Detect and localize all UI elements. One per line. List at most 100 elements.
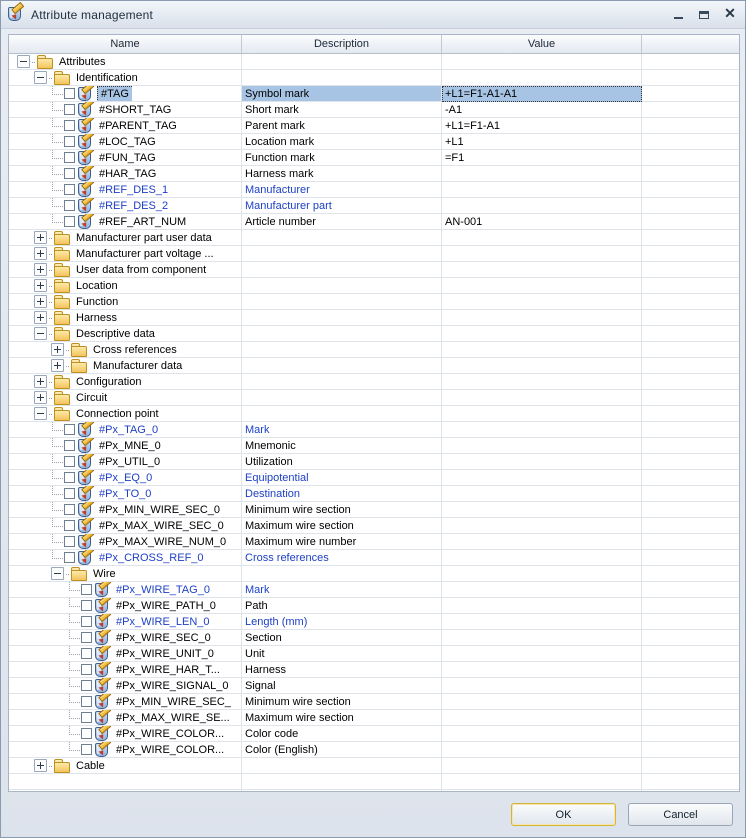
cell-value[interactable]	[442, 294, 642, 309]
table-row[interactable]: #Px_WIRE_COLOR... Color (English)	[9, 742, 739, 758]
cell-value[interactable]	[442, 566, 642, 581]
cell-value[interactable]	[442, 550, 642, 565]
ok-button[interactable]: OK	[511, 803, 616, 826]
cell-value[interactable]	[442, 422, 642, 437]
row-checkbox[interactable]	[64, 456, 75, 467]
table-row[interactable]: #SHORT_TAG Short mark -A1	[9, 102, 739, 118]
cell-value[interactable]	[442, 438, 642, 453]
cell-value[interactable]: =F1	[442, 150, 642, 165]
row-checkbox[interactable]	[64, 136, 75, 147]
table-row[interactable]: Cross references	[9, 342, 739, 358]
row-checkbox[interactable]	[64, 424, 75, 435]
cell-value[interactable]	[442, 774, 642, 789]
row-checkbox[interactable]	[81, 744, 92, 755]
table-row[interactable]: Function	[9, 294, 739, 310]
cell-value[interactable]	[442, 742, 642, 757]
table-row[interactable]: Wire	[9, 566, 739, 582]
row-checkbox[interactable]	[81, 584, 92, 595]
table-row[interactable]: #Px_MAX_WIRE_SE... Maximum wire section	[9, 710, 739, 726]
cell-value[interactable]	[442, 454, 642, 469]
expand-icon[interactable]	[34, 759, 47, 772]
row-checkbox[interactable]	[81, 632, 92, 643]
table-row[interactable]	[9, 774, 739, 790]
cell-value[interactable]	[442, 710, 642, 725]
cell-value[interactable]	[442, 70, 642, 85]
table-row[interactable]: #Px_TAG_0 Mark	[9, 422, 739, 438]
row-checkbox[interactable]	[64, 104, 75, 115]
cell-value[interactable]	[442, 678, 642, 693]
collapse-icon[interactable]	[51, 567, 64, 580]
row-checkbox[interactable]	[81, 648, 92, 659]
table-row[interactable]: Identification	[9, 70, 739, 86]
expand-icon[interactable]	[34, 247, 47, 260]
row-checkbox[interactable]	[64, 536, 75, 547]
expand-icon[interactable]	[34, 263, 47, 276]
table-row[interactable]: #REF_ART_NUM Article number AN-001	[9, 214, 739, 230]
table-row[interactable]: #Px_WIRE_LEN_0 Length (mm)	[9, 614, 739, 630]
table-row[interactable]: #Px_WIRE_HAR_T... Harness	[9, 662, 739, 678]
row-checkbox[interactable]	[81, 712, 92, 723]
table-row[interactable]: #Px_UTIL_0 Utilization	[9, 454, 739, 470]
table-row[interactable]: Circuit	[9, 390, 739, 406]
expand-icon[interactable]	[34, 391, 47, 404]
column-header-description[interactable]: Description	[242, 35, 442, 53]
table-row[interactable]: #Px_WIRE_SIGNAL_0 Signal	[9, 678, 739, 694]
table-row[interactable]: #Px_MAX_WIRE_SEC_0 Maximum wire section	[9, 518, 739, 534]
row-checkbox[interactable]	[64, 200, 75, 211]
row-checkbox[interactable]	[64, 488, 75, 499]
cell-value[interactable]	[442, 54, 642, 69]
cell-value[interactable]	[442, 182, 642, 197]
table-row[interactable]: User data from component	[9, 262, 739, 278]
table-row[interactable]: Connection point	[9, 406, 739, 422]
cell-value[interactable]: -A1	[442, 102, 642, 117]
table-row[interactable]: #Px_MIN_WIRE_SEC_0 Minimum wire section	[9, 502, 739, 518]
maximize-icon[interactable]	[691, 5, 717, 25]
cell-value[interactable]	[442, 502, 642, 517]
table-row[interactable]: #LOC_TAG Location mark +L1	[9, 134, 739, 150]
collapse-icon[interactable]	[34, 71, 47, 84]
table-row[interactable]: #Px_WIRE_UNIT_0 Unit	[9, 646, 739, 662]
minimize-icon[interactable]	[665, 5, 691, 25]
cell-value[interactable]: AN-001	[442, 214, 642, 229]
cell-value[interactable]	[442, 406, 642, 421]
table-row[interactable]: #HAR_TAG Harness mark	[9, 166, 739, 182]
table-row[interactable]: Harness	[9, 310, 739, 326]
table-row[interactable]: Attributes	[9, 54, 739, 70]
table-row[interactable]: #Px_WIRE_TAG_0 Mark	[9, 582, 739, 598]
table-row[interactable]: #Px_EQ_0 Equipotential	[9, 470, 739, 486]
cell-value[interactable]	[442, 326, 642, 341]
row-checkbox[interactable]	[64, 120, 75, 131]
row-checkbox[interactable]	[81, 600, 92, 611]
cell-value[interactable]	[442, 358, 642, 373]
collapse-icon[interactable]	[34, 407, 47, 420]
cell-value[interactable]	[442, 246, 642, 261]
cell-value[interactable]	[442, 230, 642, 245]
column-header-value[interactable]: Value	[442, 35, 642, 53]
row-checkbox[interactable]	[64, 152, 75, 163]
collapse-icon[interactable]	[17, 55, 30, 68]
expand-icon[interactable]	[51, 359, 64, 372]
expand-icon[interactable]	[34, 295, 47, 308]
row-checkbox[interactable]	[64, 440, 75, 451]
collapse-icon[interactable]	[34, 327, 47, 340]
table-row[interactable]: Configuration	[9, 374, 739, 390]
row-checkbox[interactable]	[81, 680, 92, 691]
table-row[interactable]: #Px_MNE_0 Mnemonic	[9, 438, 739, 454]
row-checkbox[interactable]	[64, 216, 75, 227]
table-row[interactable]: Manufacturer data	[9, 358, 739, 374]
cancel-button[interactable]: Cancel	[628, 803, 733, 826]
row-checkbox[interactable]	[81, 664, 92, 675]
row-checkbox[interactable]	[64, 168, 75, 179]
table-row[interactable]: Cable	[9, 758, 739, 774]
cell-value[interactable]	[442, 582, 642, 597]
column-header-name[interactable]: Name	[9, 35, 242, 53]
table-row[interactable]: #Px_MAX_WIRE_NUM_0 Maximum wire number	[9, 534, 739, 550]
row-checkbox[interactable]	[64, 552, 75, 563]
cell-value[interactable]	[442, 310, 642, 325]
cell-value[interactable]	[442, 614, 642, 629]
table-row[interactable]: #PARENT_TAG Parent mark +L1=F1-A1	[9, 118, 739, 134]
cell-value[interactable]: +L1=F1-A1-A1	[442, 86, 642, 102]
cell-value[interactable]	[442, 470, 642, 485]
cell-value[interactable]	[442, 534, 642, 549]
expand-icon[interactable]	[34, 311, 47, 324]
